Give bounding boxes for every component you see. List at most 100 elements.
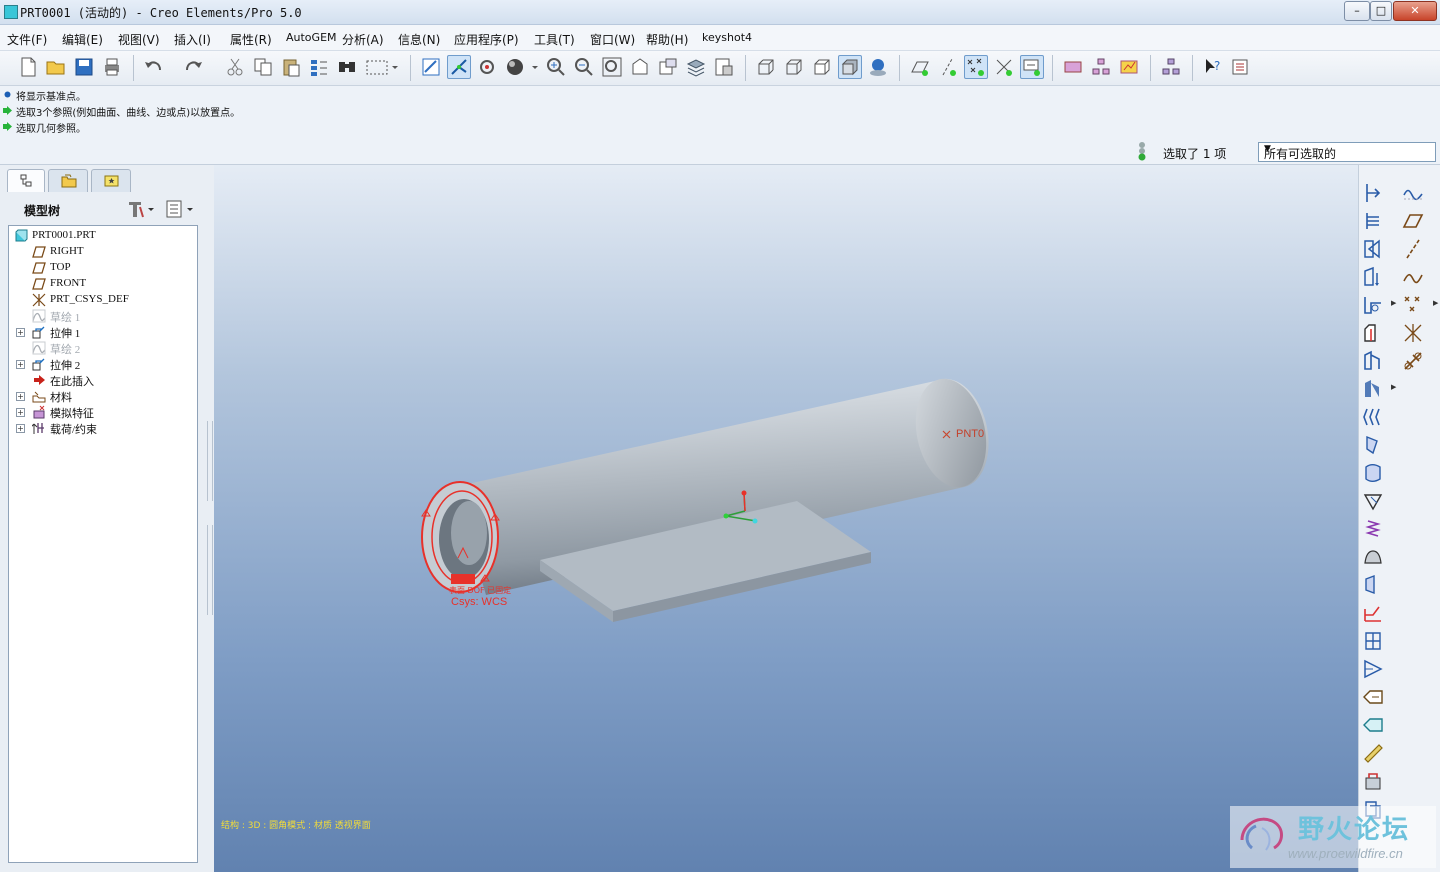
chamfer-tool-icon[interactable] <box>1361 321 1385 345</box>
tree-node-csys[interactable]: PRT_CSYS_DEF <box>32 292 182 308</box>
flyout-arrow-icon[interactable]: ▶ <box>1433 299 1438 307</box>
round-tool-icon[interactable] <box>1361 293 1385 317</box>
csys-origin[interactable] <box>723 513 729 519</box>
close-button[interactable]: ✕ <box>1393 1 1437 21</box>
menu-insert[interactable]: 插入(I) <box>174 31 211 48</box>
pattern-tool-icon[interactable] <box>1361 657 1385 681</box>
toolkit-icon[interactable] <box>1361 769 1385 793</box>
zoom-in-icon[interactable] <box>545 56 567 78</box>
undo-icon[interactable] <box>142 56 164 78</box>
saved-views-icon[interactable] <box>657 56 679 78</box>
tab-favorites[interactable] <box>91 169 131 192</box>
selection-filter-dropdown[interactable]: 所有可选取的 ▼ <box>1258 142 1436 162</box>
online-help-icon[interactable] <box>1230 56 1252 78</box>
shading-icon[interactable] <box>838 55 862 79</box>
splitter-grip-bottom[interactable] <box>207 525 213 615</box>
expand-extrude-1[interactable]: + <box>16 328 25 337</box>
trim-tool-icon[interactable] <box>1361 601 1385 625</box>
menu-view[interactable]: 视图(V) <box>118 31 160 48</box>
redo-icon[interactable] <box>183 56 205 78</box>
datum-point-tool-icon[interactable] <box>1401 293 1425 317</box>
find-icon[interactable] <box>336 56 358 78</box>
tree-node-simulation[interactable]: 模拟特征 <box>32 404 182 420</box>
datum-point-label[interactable]: PNT0 <box>956 428 984 440</box>
tree-node-sketch-1[interactable]: 草绘 1 <box>32 308 182 324</box>
menu-properties[interactable]: 属性(R) <box>230 31 272 48</box>
datum-plane-display-icon[interactable] <box>909 56 931 78</box>
blend-tool-icon[interactable] <box>1361 433 1385 457</box>
refit-icon[interactable] <box>601 56 623 78</box>
datum-csys-tool-icon[interactable] <box>1401 321 1425 345</box>
flyout-arrow-icon[interactable]: ▶ <box>1391 299 1396 307</box>
show-options-icon[interactable] <box>165 199 197 219</box>
tree-node-extrude-1[interactable]: 拉伸 1 <box>32 324 182 340</box>
constraint-marker[interactable] <box>451 574 475 584</box>
enhanced-realism-icon[interactable] <box>867 56 889 78</box>
helical-sweep-icon[interactable] <box>1361 517 1385 541</box>
open-folder-icon[interactable] <box>45 56 67 78</box>
layers-icon[interactable] <box>685 56 707 78</box>
settings-tools-icon[interactable] <box>126 199 158 219</box>
sweep-tool-icon[interactable] <box>1361 405 1385 429</box>
orient-mode-icon[interactable] <box>476 56 498 78</box>
expand-simulation[interactable]: + <box>16 408 25 417</box>
copy-icon[interactable] <box>252 56 274 78</box>
tree-node-top[interactable]: TOP <box>32 260 182 276</box>
menu-help[interactable]: 帮助(H) <box>646 31 688 48</box>
tree-node-right[interactable]: RIGHT <box>32 244 182 260</box>
print-icon[interactable] <box>101 56 123 78</box>
datum-axis-display-icon[interactable] <box>937 56 959 78</box>
menu-edit[interactable]: 编辑(E) <box>62 31 103 48</box>
datum-curve-tool-icon[interactable] <box>1401 265 1425 289</box>
tree-node-sketch-2[interactable]: 草绘 2 <box>32 340 182 356</box>
splitter-grip-top[interactable] <box>207 421 213 501</box>
reorient-icon[interactable] <box>629 56 651 78</box>
tab-folder-browser[interactable] <box>48 169 88 192</box>
tree-node-root[interactable]: PRT0001.PRT <box>14 228 184 244</box>
swept-blend-tool-icon[interactable] <box>1361 461 1385 485</box>
menu-keyshot[interactable]: keyshot4 <box>702 31 752 44</box>
tree-node-front[interactable]: FRONT <box>32 276 182 292</box>
datum-point-display-icon[interactable] <box>964 55 988 79</box>
model-tree-settings-icon[interactable] <box>1160 56 1182 78</box>
results-icon[interactable] <box>1118 56 1140 78</box>
extrude-tool-icon[interactable] <box>1361 349 1385 373</box>
menu-tools[interactable]: 工具(T) <box>534 31 575 48</box>
menu-info[interactable]: 信息(N) <box>398 31 440 48</box>
tree-node-insert-here[interactable]: 在此插入 <box>32 372 182 388</box>
datum-axis-tool-icon[interactable] <box>1401 237 1425 261</box>
context-help-icon[interactable]: ? <box>1202 56 1224 78</box>
shell-tool-icon[interactable] <box>1361 209 1385 233</box>
feature-tree-icon[interactable] <box>1090 56 1112 78</box>
graphics-viewport[interactable]: PNT0 表面 DOF 已固定 Csys: WCS 结构 : 3D : 圆角模式… <box>214 165 1358 872</box>
maximize-button[interactable]: □ <box>1370 1 1392 21</box>
save-icon[interactable] <box>73 56 95 78</box>
variable-section-sweep-icon[interactable] <box>1361 489 1385 513</box>
revolve-tool-icon[interactable] <box>1361 377 1385 401</box>
inspect-tool-icon[interactable] <box>1361 713 1385 737</box>
paste-icon[interactable] <box>280 56 302 78</box>
new-file-icon[interactable] <box>17 56 39 78</box>
expand-loads[interactable]: + <box>16 424 25 433</box>
rib-tool-icon[interactable] <box>1361 237 1385 261</box>
tree-node-extrude-2[interactable]: 拉伸 2 <box>32 356 182 372</box>
panel-splitter[interactable] <box>205 165 214 872</box>
repaint-icon[interactable] <box>420 56 442 78</box>
menu-file[interactable]: 文件(F) <box>7 31 47 48</box>
flyout-arrow-icon[interactable]: ▶ <box>1391 383 1396 391</box>
view-manager-icon[interactable] <box>713 56 735 78</box>
annotation-display-icon[interactable] <box>1020 55 1044 79</box>
tree-node-loads-constraints[interactable]: 载荷/约束 <box>32 420 182 436</box>
csys-display-icon[interactable] <box>993 56 1015 78</box>
menu-analysis[interactable]: 分析(A) <box>342 31 384 48</box>
measure-tool-icon[interactable] <box>1361 741 1385 765</box>
hidden-line-icon[interactable] <box>783 56 805 78</box>
zoom-out-icon[interactable] <box>573 56 595 78</box>
minimize-button[interactable]: – <box>1344 1 1370 21</box>
boundary-blend-icon[interactable] <box>1361 545 1385 569</box>
tree-node-material[interactable]: 材料 <box>32 388 182 404</box>
analysis-feature-icon[interactable] <box>1401 349 1425 373</box>
expand-material[interactable]: + <box>16 392 25 401</box>
surface-merge-icon[interactable] <box>1361 573 1385 597</box>
cut-icon[interactable] <box>224 56 246 78</box>
